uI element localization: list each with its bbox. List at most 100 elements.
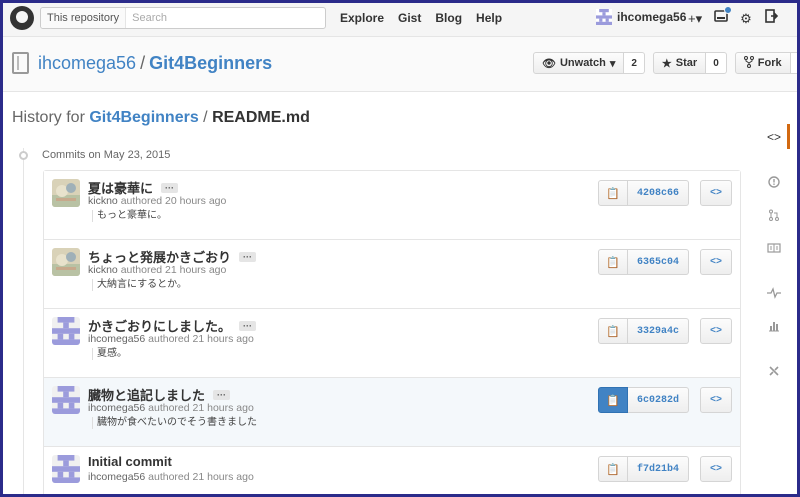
star-count[interactable]: 0 [706,52,727,74]
issues-icon[interactable] [760,165,788,198]
fork-button[interactable]: Fork [734,52,791,74]
chevron-down-icon: ▾ [609,57,616,70]
commit-time: authored 21 hours ago [148,471,254,483]
browse-code-button[interactable]: <> [700,387,732,413]
pull-requests-icon[interactable] [760,198,788,231]
commit-author-link[interactable]: ihcomega56 [88,333,145,345]
commit-meta: ihcomega56 authored 21 hours ago [88,402,254,414]
search-scope-label: This repository [41,8,127,28]
history-repo-link[interactable]: Git4Beginners [89,109,198,126]
browse-code-button[interactable]: <> [700,180,732,206]
gear-icon[interactable]: ⚙ [740,10,752,28]
user-profile-link[interactable]: ihcomega56 [596,9,686,25]
sha-group: 📋 4208c66 [598,180,689,206]
search-input[interactable] [126,12,317,24]
star-icon: ★ [661,57,672,70]
commit-list: 夏は豪華に ··· kickno authored 20 hours ago も… [43,170,741,497]
commit-author-link[interactable]: ihcomega56 [88,402,145,414]
commits-date-heading: Commits on May 23, 2015 [42,149,171,161]
fork-icon [743,55,754,71]
copy-sha-button[interactable]: 📋 [598,180,628,206]
code-icon[interactable]: <> [760,120,790,153]
fork-label: Fork [757,57,782,69]
settings-icon[interactable] [760,354,788,387]
timeline-line [23,148,24,497]
nav-explore[interactable]: Explore [340,11,384,25]
repo-name-link[interactable]: Git4Beginners [149,53,272,73]
commit-description: もっと豪華に。 [92,210,167,222]
star-label: Star [675,57,698,69]
header-nav: Explore Gist Blog Help [340,11,502,25]
copy-sha-button[interactable]: 📋 [598,387,628,413]
nav-blog[interactable]: Blog [435,11,462,25]
copy-sha-button[interactable]: 📋 [598,318,628,344]
commit-author-link[interactable]: ihcomega56 [88,471,145,483]
commit-author-link[interactable]: kickno [88,264,118,276]
author-avatar[interactable] [52,317,80,345]
pulse-icon[interactable] [760,276,788,309]
commit-row: Initial commit ihcomega56 authored 21 ho… [44,447,740,497]
copy-sha-button[interactable]: 📋 [598,456,628,482]
commit-description: 夏感。 [92,348,127,360]
commit-row: 夏は豪華に ··· kickno authored 20 hours ago も… [44,171,740,240]
sign-out-icon[interactable] [764,9,778,28]
author-avatar[interactable] [52,386,80,414]
commit-time: authored 20 hours ago [120,195,227,207]
repo-title: ihcomega56/Git4Beginners [38,53,272,74]
commit-meta: kickno authored 20 hours ago [88,195,226,207]
browse-code-button[interactable]: <> [700,249,732,275]
author-avatar[interactable] [52,179,80,207]
wiki-icon[interactable] [760,231,788,264]
star-group: ★ Star 0 [652,52,727,74]
plus-icon[interactable]: +▾ [688,10,702,28]
notifications-icon[interactable] [714,6,733,28]
history-file-name: README.md [212,109,310,126]
repo-sidebar: <> [760,120,790,387]
sha-group: 📋 6c0282d [598,387,689,413]
commit-author-link[interactable]: kickno [88,195,118,207]
eye-icon: 👁 [542,57,556,70]
commit-row: ちょっと発展かきごおり ··· kickno authored 21 hours… [44,240,740,309]
unwatch-button[interactable]: 👁 Unwatch ▾ [533,52,625,74]
expand-message-button[interactable]: ··· [239,320,257,331]
header-icons: +▾ ⚙ [688,6,778,28]
copy-sha-button[interactable]: 📋 [598,249,628,275]
expand-message-button[interactable]: ··· [161,182,179,193]
commit-sha-link[interactable]: 6c0282d [628,387,689,413]
github-logo-icon[interactable] [10,6,34,30]
commit-meta: kickno authored 21 hours ago [88,264,226,276]
expand-message-button[interactable]: ··· [239,251,257,262]
commit-sha-link[interactable]: f7d21b4 [628,456,689,482]
browse-code-button[interactable]: <> [700,318,732,344]
repo-header: ihcomega56/Git4Beginners 👁 Unwatch ▾ 2 ★… [0,37,800,92]
browse-code-button[interactable]: <> [700,456,732,482]
commit-sha-link[interactable]: 4208c66 [628,180,689,206]
repo-separator: / [140,53,146,73]
commit-sha-link[interactable]: 3329a4c [628,318,689,344]
fork-group: Fork 1 [734,52,800,74]
watch-group: 👁 Unwatch ▾ 2 [533,52,645,74]
nav-gist[interactable]: Gist [398,11,421,25]
search-box[interactable]: This repository [40,7,326,29]
author-avatar[interactable] [52,455,80,483]
repo-actions: 👁 Unwatch ▾ 2 ★ Star 0 Fork 1 [533,52,800,74]
star-button[interactable]: ★ Star [652,52,707,74]
clipboard-icon: 📋 [606,256,620,269]
repo-owner-link[interactable]: ihcomega56 [38,53,136,73]
commit-meta: ihcomega56 authored 21 hours ago [88,471,254,483]
timeline-dot-icon [19,151,28,160]
repo-icon [12,52,29,74]
watch-count[interactable]: 2 [624,52,645,74]
fork-count[interactable]: 1 [790,52,800,74]
graphs-icon[interactable] [760,309,788,342]
commit-sha-link[interactable]: 6365c04 [628,249,689,275]
commit-message-link[interactable]: Initial commit [88,454,172,469]
clipboard-icon: 📋 [606,325,620,338]
author-avatar[interactable] [52,248,80,276]
unwatch-label: Unwatch [559,57,606,69]
nav-help[interactable]: Help [476,11,502,25]
expand-message-button[interactable]: ··· [213,389,231,400]
history-prefix: History for [12,109,85,126]
